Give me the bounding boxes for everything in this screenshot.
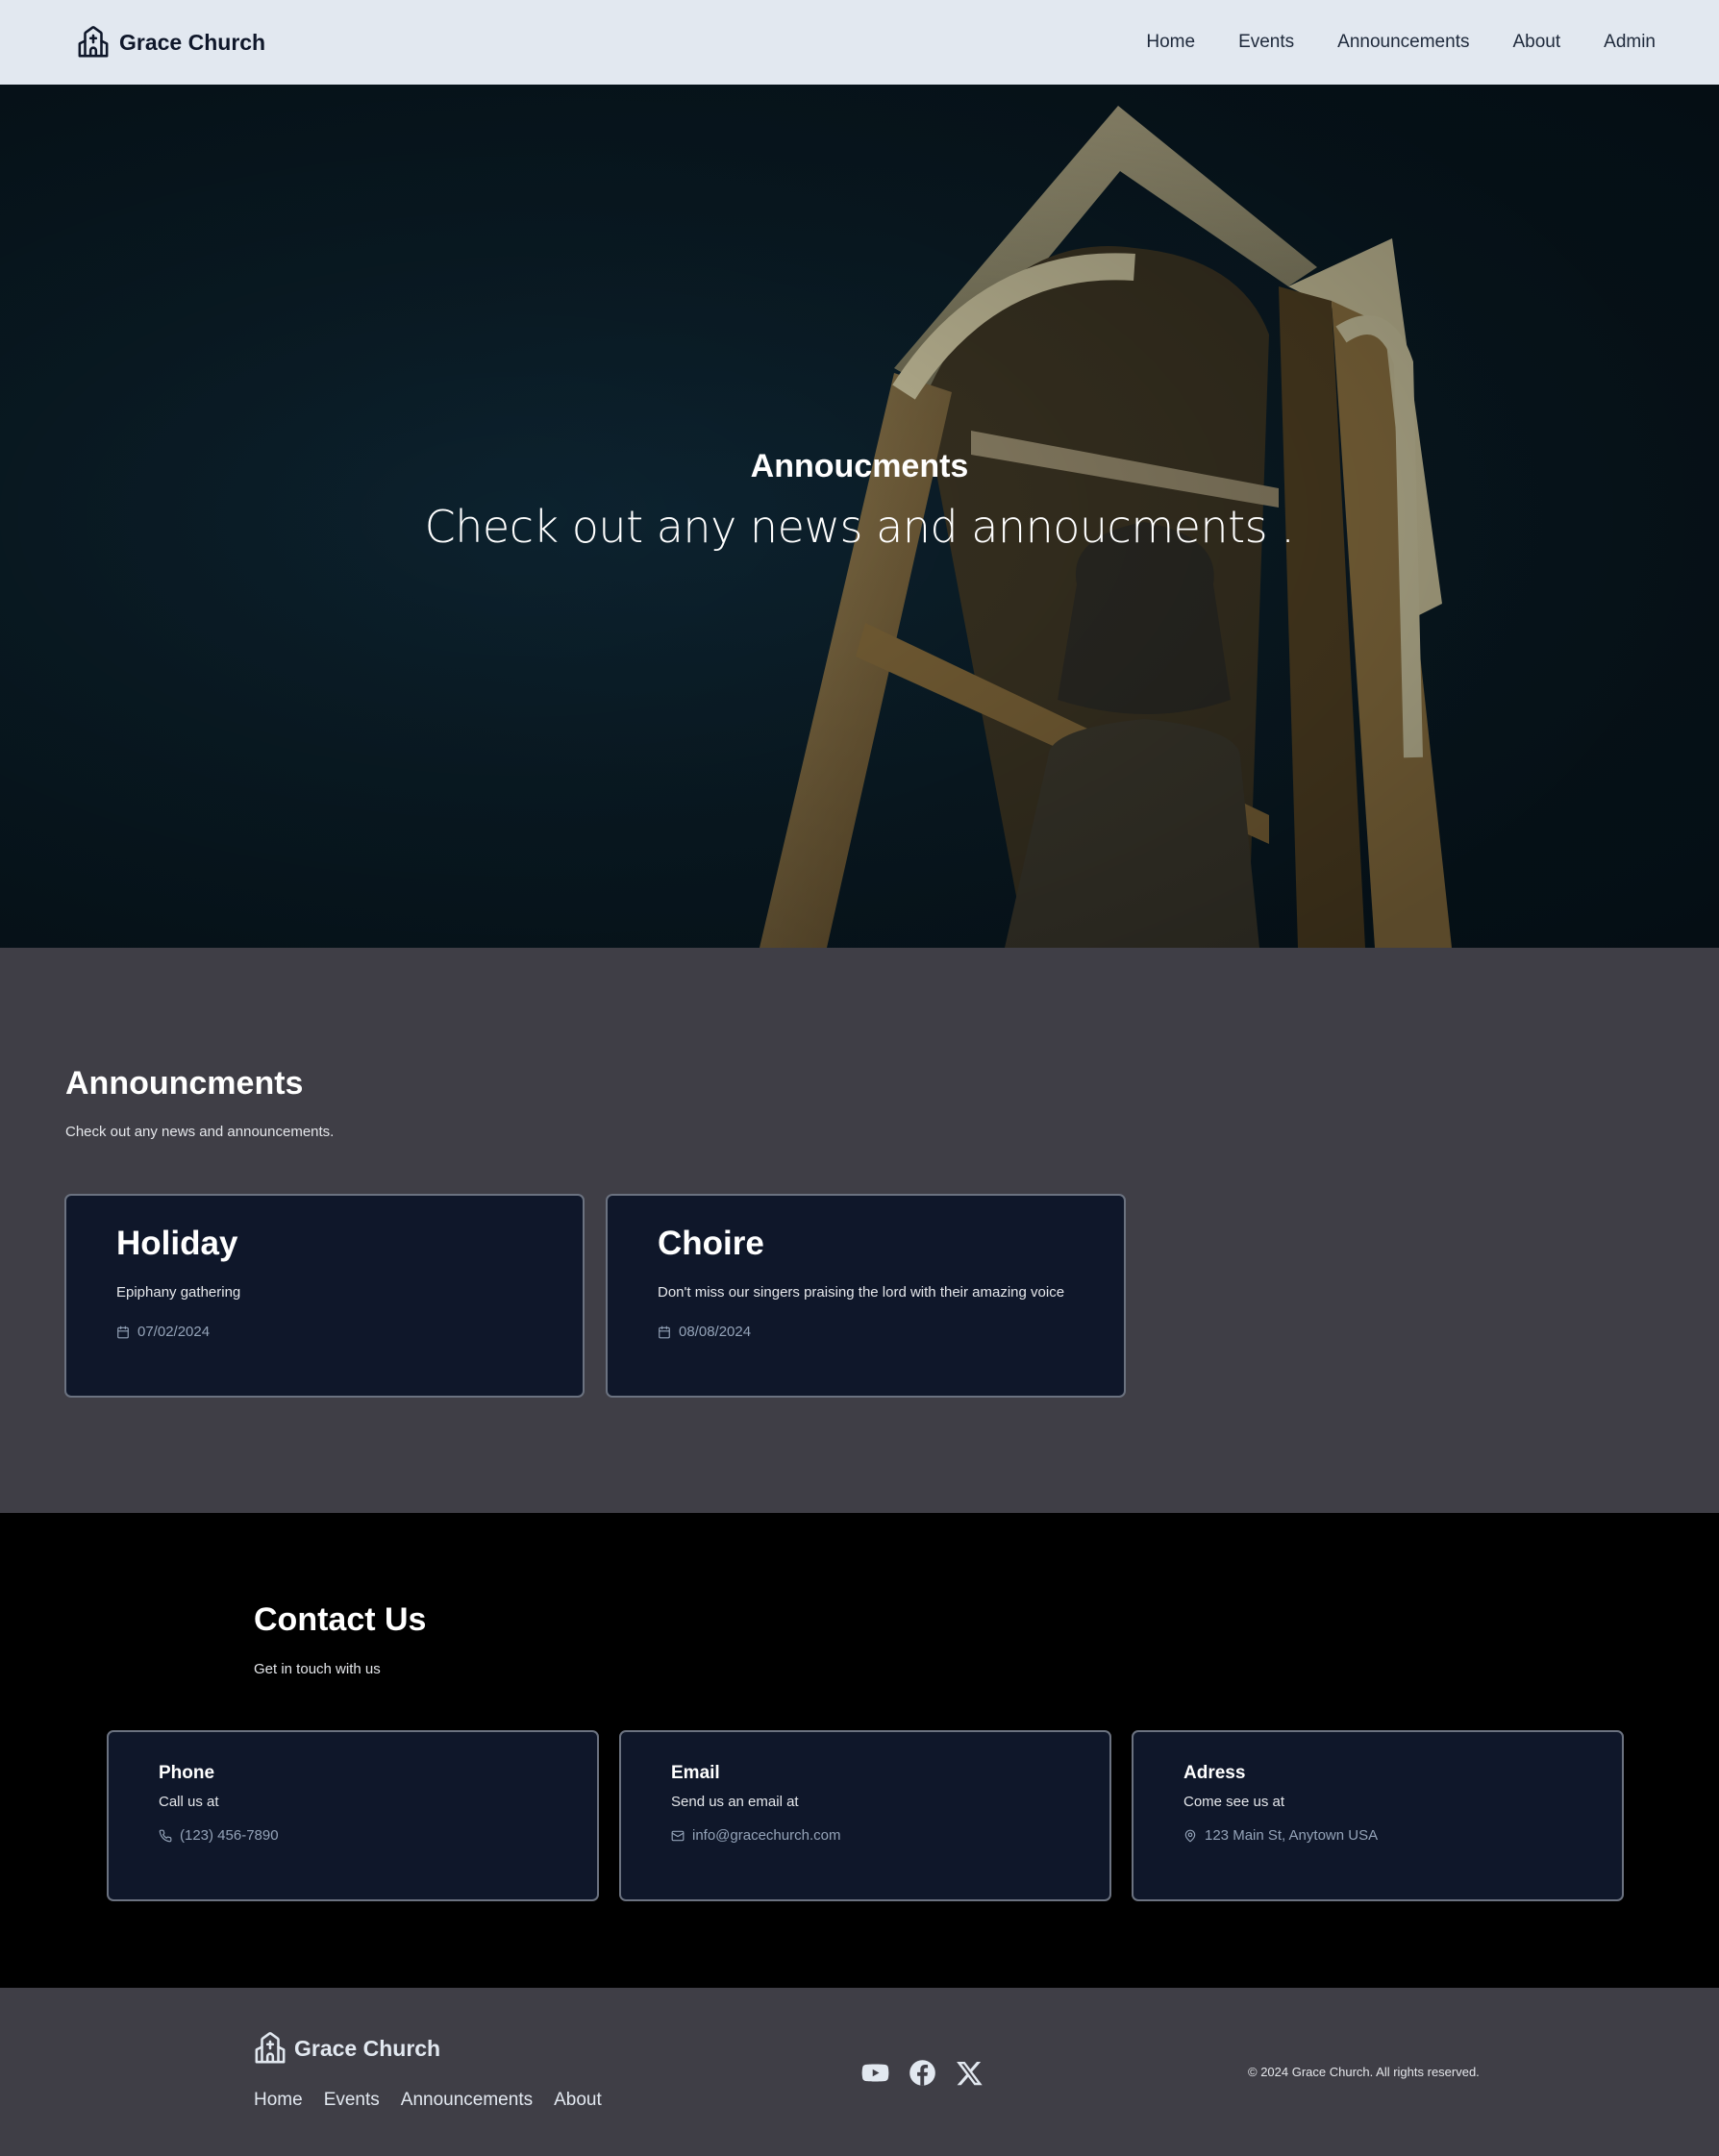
contact-card-title: Email [671, 1763, 720, 1783]
nav-link-about[interactable]: About [1512, 32, 1560, 53]
brand-logo[interactable]: Grace Church [77, 26, 265, 59]
x-icon[interactable] [956, 2059, 984, 2087]
social-links [861, 2059, 984, 2087]
announcement-card[interactable]: Holiday Epiphany gathering 07/02/2024 [64, 1194, 585, 1398]
copyright-text: © 2024 Grace Church. All rights reserved… [1248, 2065, 1480, 2079]
announcement-date: 08/08/2024 [658, 1324, 1074, 1340]
footer-link-events[interactable]: Events [324, 2090, 380, 2111]
hero-title: Annoucments [750, 448, 969, 484]
nav-link-home[interactable]: Home [1146, 32, 1195, 53]
contact-subtitle: Get in touch with us [254, 1661, 381, 1677]
contact-card-description: Send us an email at [671, 1794, 799, 1810]
nav-link-announcements[interactable]: Announcements [1337, 32, 1469, 53]
youtube-icon[interactable] [861, 2059, 889, 2087]
footer-brand-name: Grace Church [294, 2035, 441, 2061]
contact-detail[interactable]: (123) 456-7890 [159, 1827, 547, 1844]
announcement-date: 07/02/2024 [116, 1324, 533, 1340]
footer-links: Home Events Announcements About [254, 2090, 602, 2111]
contact-card-email: Email Send us an email at info@gracechur… [619, 1730, 1111, 1901]
announcement-title: Choire [658, 1225, 764, 1262]
nav-link-events[interactable]: Events [1238, 32, 1294, 53]
announcements-title: Announcments [65, 1065, 304, 1102]
map-pin-icon [1184, 1829, 1196, 1842]
brand-name: Grace Church [119, 29, 266, 55]
hero-text: Annoucments Check out any news and annou… [0, 448, 1719, 553]
contact-card-description: Call us at [159, 1794, 219, 1810]
church-icon [78, 26, 109, 58]
calendar-icon [117, 1326, 129, 1338]
contact-detail-text: 123 Main St, Anytown USA [1205, 1827, 1379, 1844]
announcement-title: Holiday [116, 1225, 238, 1262]
announcement-description: Epiphany gathering [116, 1284, 241, 1301]
footer-brand[interactable]: Grace Church [254, 2032, 440, 2065]
contact-detail[interactable]: info@gracechurch.com [671, 1827, 1059, 1844]
site-footer: Grace Church Home Events Announcements A… [0, 1988, 1719, 2156]
phone-icon [159, 1829, 172, 1842]
church-icon [255, 2032, 286, 2064]
announcements-subtitle: Check out any news and announcements. [65, 1124, 335, 1140]
facebook-icon[interactable] [909, 2059, 936, 2087]
calendar-icon [659, 1326, 670, 1338]
contact-card-title: Adress [1183, 1763, 1246, 1783]
contact-card-description: Come see us at [1183, 1794, 1285, 1810]
contact-title: Contact Us [254, 1601, 427, 1638]
mail-icon [671, 1830, 685, 1841]
hero-subtitle: Check out any news and annoucments . [424, 501, 1295, 553]
footer-link-about[interactable]: About [554, 2090, 602, 2111]
announcement-date-text: 07/02/2024 [137, 1324, 211, 1340]
contact-card-title: Phone [159, 1763, 215, 1783]
nav-links: Home Events Announcements About Admin [1146, 32, 1656, 53]
top-navbar: Grace Church Home Events Announcements A… [0, 0, 1719, 85]
announcements-section: Announcments Check out any news and anno… [0, 948, 1719, 1513]
contact-section: Contact Us Get in touch with us Phone Ca… [0, 1513, 1719, 1988]
contact-detail[interactable]: 123 Main St, Anytown USA [1183, 1827, 1572, 1844]
contact-detail-text: (123) 456-7890 [180, 1827, 279, 1844]
footer-link-announcements[interactable]: Announcements [401, 2090, 533, 2111]
announcement-description: Don't miss our singers praising the lord… [658, 1284, 1065, 1301]
announcement-card[interactable]: Choire Don't miss our singers praising t… [606, 1194, 1126, 1398]
contact-card-address: Adress Come see us at 123 Main St, Anyto… [1132, 1730, 1624, 1901]
contact-card-phone: Phone Call us at (123) 456-7890 [107, 1730, 599, 1901]
footer-link-home[interactable]: Home [254, 2090, 303, 2111]
contact-detail-text: info@gracechurch.com [692, 1827, 841, 1844]
hero-banner: Annoucments Check out any news and annou… [0, 85, 1719, 948]
nav-link-admin[interactable]: Admin [1604, 32, 1656, 53]
announcement-date-text: 08/08/2024 [679, 1324, 752, 1340]
